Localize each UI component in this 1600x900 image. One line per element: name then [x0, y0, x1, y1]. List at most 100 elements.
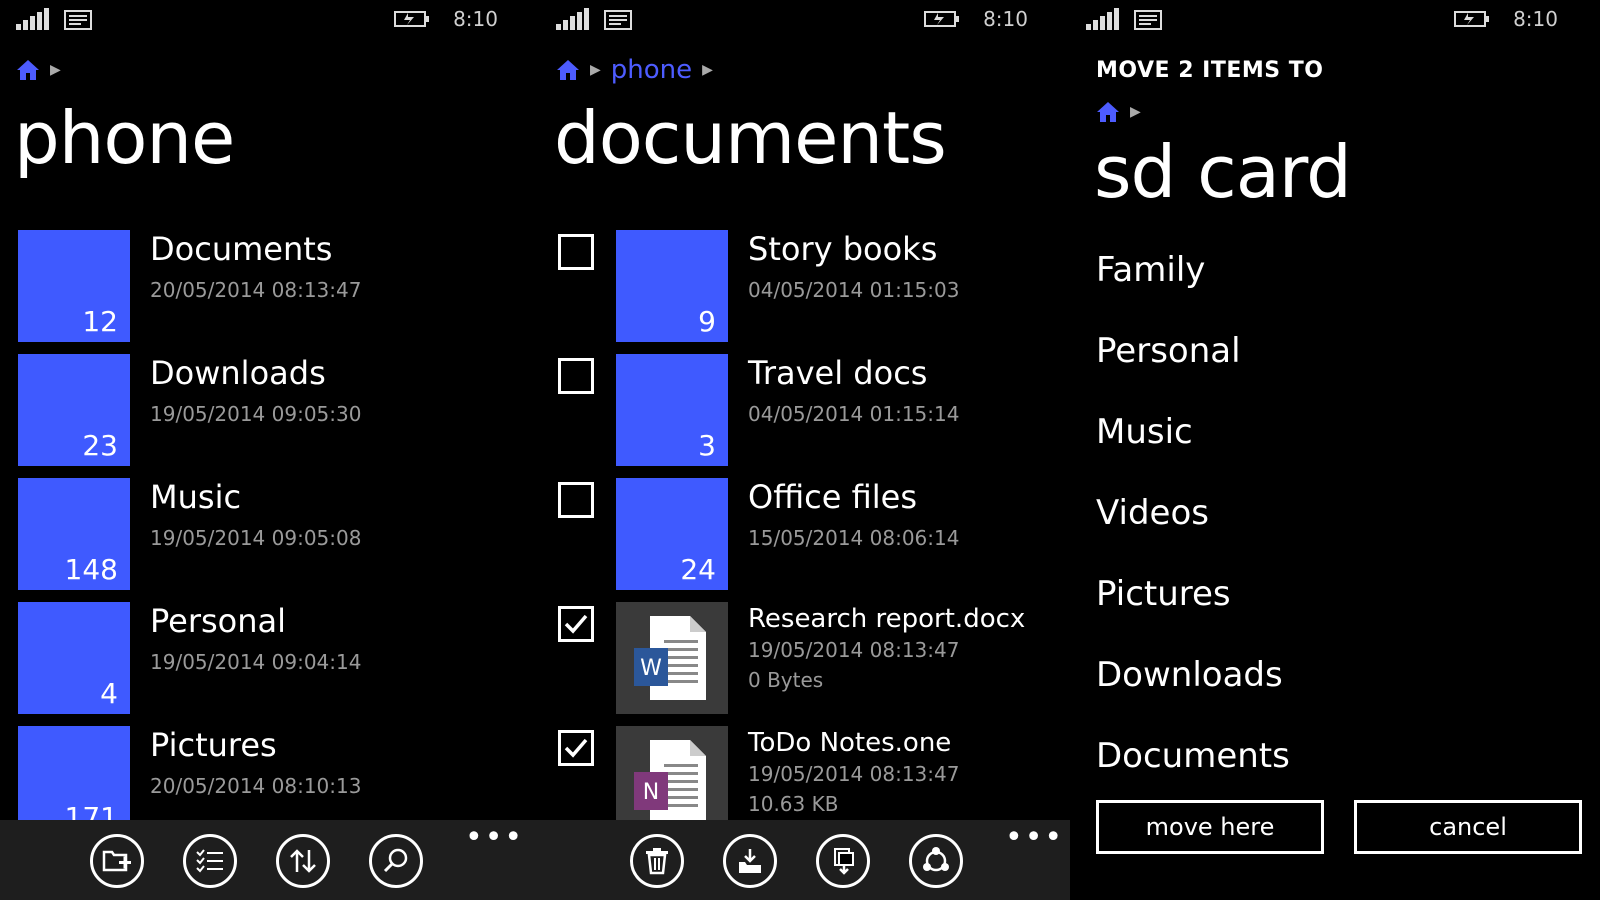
home-icon[interactable] — [556, 59, 580, 81]
clock: 8:10 — [453, 7, 498, 31]
signal-icon — [1086, 8, 1119, 30]
destination-item-personal[interactable]: Personal — [1096, 331, 1290, 412]
folder-name: Travel docs — [748, 354, 928, 392]
select-checkbox-checked[interactable] — [558, 606, 594, 642]
breadcrumb-phone-link[interactable]: phone — [611, 55, 692, 85]
home-icon[interactable] — [16, 59, 40, 81]
battery-charging-icon — [394, 11, 429, 27]
share-icon — [923, 847, 949, 872]
status-bar: 8:10 — [1070, 0, 1600, 40]
breadcrumb: ▶ — [16, 55, 61, 85]
file-size: 10.63 KB — [748, 792, 839, 816]
select-button[interactable] — [183, 834, 237, 888]
move-here-button[interactable]: move here — [1096, 800, 1324, 854]
svg-text:W: W — [640, 656, 662, 681]
folder-tile: 148 — [18, 478, 130, 590]
folder-tile: 12 — [18, 230, 130, 342]
share-button[interactable] — [909, 834, 963, 888]
status-bar: 8:10 — [0, 0, 540, 40]
destination-item-videos[interactable]: Videos — [1096, 493, 1290, 574]
more-options-button[interactable]: ••• — [1005, 823, 1064, 853]
message-icon — [64, 10, 92, 30]
move-button[interactable] — [723, 834, 777, 888]
sort-icon — [290, 849, 316, 873]
folder-name: Downloads — [150, 354, 326, 392]
folder-date: 04/05/2014 01:15:03 — [748, 278, 960, 302]
folder-date: 15/05/2014 08:06:14 — [748, 526, 960, 550]
checkmark-icon — [564, 738, 588, 758]
folder-name: Pictures — [150, 726, 277, 764]
select-checkbox[interactable] — [558, 358, 594, 394]
copy-button[interactable] — [816, 834, 870, 888]
file-date: 19/05/2014 08:13:47 — [748, 762, 960, 786]
chevron-right-icon: ▶ — [50, 62, 61, 78]
search-button[interactable] — [369, 834, 423, 888]
battery-charging-icon — [1454, 11, 1489, 27]
signal-icon — [16, 8, 49, 30]
select-checkbox[interactable] — [558, 482, 594, 518]
destination-item-music[interactable]: Music — [1096, 412, 1290, 493]
folder-date: 20/05/2014 08:13:47 — [150, 278, 362, 302]
copy-icon — [834, 848, 854, 875]
new-folder-icon — [102, 850, 131, 872]
signal-icon — [556, 8, 589, 30]
word-document-icon: W — [634, 616, 706, 700]
folder-name: Personal — [150, 602, 287, 640]
status-bar: 8:10 — [540, 0, 1070, 40]
folder-name: Music — [150, 478, 242, 516]
move-header: MOVE 2 ITEMS TO — [1096, 58, 1324, 83]
destination-item-pictures[interactable]: Pictures — [1096, 574, 1290, 655]
chevron-right-icon: ▶ — [702, 62, 713, 78]
destination-item-downloads[interactable]: Downloads — [1096, 655, 1290, 736]
folder-tile: 3 — [616, 354, 728, 466]
folder-tile: 9 — [616, 230, 728, 342]
documents-panel: 8:10 ▶ phone ▶ documents 9 Story books 0… — [540, 0, 1070, 900]
search-icon — [383, 848, 408, 873]
file-date: 19/05/2014 08:13:47 — [748, 638, 960, 662]
page-title: sd card — [1094, 130, 1352, 214]
sort-button[interactable] — [276, 834, 330, 888]
delete-button[interactable] — [630, 834, 684, 888]
breadcrumb: ▶ phone ▶ — [556, 55, 713, 85]
file-name: Research report.docx — [748, 604, 1026, 634]
phone-panel: 8:10 ▶ phone 12 Documents 20/05/2014 08:… — [0, 0, 540, 900]
file-thumbnail: W — [616, 602, 728, 714]
checkmark-icon — [564, 614, 588, 634]
svg-text:N: N — [643, 780, 659, 805]
folder-tile: 24 — [616, 478, 728, 590]
item-count: 23 — [82, 429, 118, 462]
item-count: 148 — [64, 553, 118, 586]
cancel-button[interactable]: cancel — [1354, 800, 1582, 854]
more-options-button[interactable]: ••• — [465, 823, 524, 853]
select-checkbox-checked[interactable] — [558, 730, 594, 766]
folder-date: 19/05/2014 09:05:30 — [150, 402, 362, 426]
item-count: 4 — [100, 677, 118, 710]
folder-date: 20/05/2014 08:10:13 — [150, 774, 362, 798]
clock: 8:10 — [983, 7, 1028, 31]
folder-date: 19/05/2014 09:05:08 — [150, 526, 362, 550]
item-count: 12 — [82, 305, 118, 338]
folder-tile: 4 — [18, 602, 130, 714]
page-title: documents — [554, 96, 947, 180]
destination-list: Family Personal Music Videos Pictures Do… — [1096, 250, 1290, 817]
folder-date: 19/05/2014 09:04:14 — [150, 650, 362, 674]
item-count: 9 — [698, 305, 716, 338]
file-name: ToDo Notes.one — [748, 728, 952, 758]
folder-name: Documents — [150, 230, 333, 268]
destination-item-family[interactable]: Family — [1096, 250, 1290, 331]
home-icon[interactable] — [1096, 101, 1120, 123]
select-checkbox[interactable] — [558, 234, 594, 270]
page-title: phone — [14, 96, 235, 180]
item-count: 3 — [698, 429, 716, 462]
delete-icon — [646, 848, 668, 875]
clock: 8:10 — [1513, 7, 1558, 31]
message-icon — [604, 10, 632, 30]
app-bar: ••• — [0, 820, 540, 900]
move-icon — [739, 849, 761, 873]
message-icon — [1134, 10, 1162, 30]
item-count: 24 — [680, 553, 716, 586]
battery-charging-icon — [924, 11, 959, 27]
new-folder-button[interactable] — [90, 834, 144, 888]
chevron-right-icon: ▶ — [590, 62, 601, 78]
folder-name: Story books — [748, 230, 938, 268]
